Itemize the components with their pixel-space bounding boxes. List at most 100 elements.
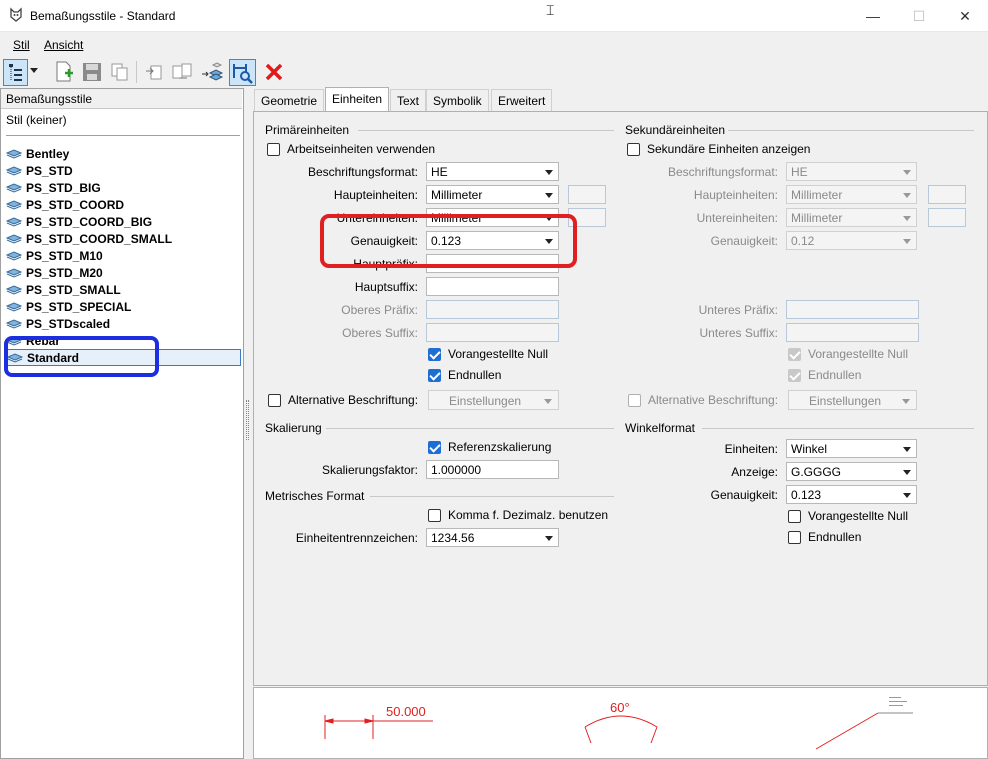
- tree-view-button[interactable]: [3, 59, 28, 86]
- decimal-comma-checkbox[interactable]: [428, 509, 441, 522]
- angle-accuracy-value: 0.123: [791, 488, 822, 502]
- tree-view-icon: [9, 64, 22, 81]
- tab-text[interactable]: Text: [390, 89, 427, 111]
- linear-dimension-text: 50.000: [386, 704, 426, 719]
- styles-list-header: Bemaßungsstile: [1, 89, 242, 109]
- main-suffix-input[interactable]: [426, 277, 559, 296]
- alternative-settings-button[interactable]: Einstellungen: [428, 390, 559, 410]
- tree-view-dropdown-icon[interactable]: [30, 68, 38, 73]
- style-item[interactable]: PS_STD_COORD: [6, 196, 241, 213]
- reference-scaling-label: Referenzskalierung: [448, 440, 552, 454]
- label-format-dropdown[interactable]: HE: [426, 162, 559, 181]
- decimal-comma-label: Komma f. Dezimalz. benutzen: [448, 508, 609, 522]
- lower-suffix-input[interactable]: [786, 323, 919, 342]
- chevron-down-icon: [903, 239, 911, 244]
- dimension-style-icon: [6, 216, 22, 227]
- sec-accuracy-dropdown[interactable]: 0.12: [786, 231, 917, 250]
- metric-format-divider: [370, 496, 614, 497]
- angle-leading-zero-checkbox[interactable]: [788, 510, 801, 523]
- export-button[interactable]: [170, 60, 194, 84]
- show-secondary-checkbox[interactable]: [627, 143, 640, 156]
- window-title: Bemaßungsstile - Standard: [30, 9, 176, 23]
- menu-bar: [0, 32, 988, 56]
- delete-button[interactable]: [262, 60, 286, 84]
- tab-symbolik[interactable]: Symbolik: [426, 89, 489, 111]
- style-item[interactable]: PS_STD_BIG: [6, 179, 241, 196]
- chevron-down-icon: [903, 216, 911, 221]
- sec-label-format-label: Beschriftungsformat:: [667, 165, 778, 179]
- style-item[interactable]: PS_STD_COORD_BIG: [6, 213, 241, 230]
- sec-sub-dropdown[interactable]: Millimeter: [786, 208, 917, 227]
- scale-factor-input[interactable]: 1.000000: [426, 460, 559, 479]
- save-button[interactable]: [80, 60, 104, 84]
- dimension-style-icon: [6, 318, 22, 329]
- unit-separator-dropdown[interactable]: 1234.56: [426, 528, 559, 547]
- style-item[interactable]: PS_STD_COORD_SMALL: [6, 230, 241, 247]
- import-button[interactable]: [142, 60, 166, 84]
- sec-alternative-settings-button[interactable]: Einstellungen: [788, 390, 917, 410]
- upper-prefix-input[interactable]: [426, 300, 559, 319]
- metric-format-heading: Metrisches Format: [265, 489, 365, 503]
- leading-zero-checkbox[interactable]: [428, 348, 441, 361]
- master-units-label: Haupteinheiten:: [333, 188, 418, 202]
- style-item[interactable]: Bentley: [6, 145, 241, 162]
- lower-prefix-input[interactable]: [786, 300, 919, 319]
- angle-accuracy-label: Genauigkeit:: [710, 488, 778, 502]
- sec-sub-value: Millimeter: [791, 211, 843, 225]
- upper-suffix-input[interactable]: [426, 323, 559, 342]
- angle-trailing-zeros-checkbox[interactable]: [788, 531, 801, 544]
- style-item[interactable]: PS_STD_M20: [6, 264, 241, 281]
- menu-ansicht[interactable]: Ansicht: [44, 38, 83, 52]
- reference-scaling-checkbox[interactable]: [428, 441, 441, 454]
- style-item-label: PS_STD_COORD: [26, 197, 125, 212]
- style-item-label: PS_STD_COORD_BIG: [26, 214, 153, 229]
- show-preview-button[interactable]: [229, 59, 256, 86]
- style-item[interactable]: PS_STDscaled: [6, 315, 241, 332]
- angle-trailing-zeros-label: Endnullen: [808, 530, 862, 544]
- style-item-label: PS_STDscaled: [26, 316, 111, 331]
- chevron-down-icon: [545, 193, 553, 198]
- trailing-zeros-label: Endnullen: [448, 368, 502, 382]
- sec-master-dropdown[interactable]: Millimeter: [786, 185, 917, 204]
- angle-accuracy-dropdown[interactable]: 0.123: [786, 485, 917, 504]
- tab-einheiten[interactable]: Einheiten: [325, 87, 390, 112]
- unit-separator-value: 1234.56: [431, 531, 475, 545]
- angle-display-dropdown[interactable]: G.GGGG: [786, 462, 917, 481]
- sec-sub-label: Untereinheiten:: [696, 211, 778, 225]
- sec-alternative-label-checkbox[interactable]: [628, 394, 641, 407]
- style-item[interactable]: PS_STD: [6, 162, 241, 179]
- angle-units-dropdown[interactable]: Winkel: [786, 439, 917, 458]
- alternative-label-checkbox[interactable]: [268, 394, 281, 407]
- use-work-units-checkbox[interactable]: [267, 143, 280, 156]
- new-style-button[interactable]: [52, 60, 76, 84]
- maximize-button[interactable]: ☐: [896, 0, 942, 32]
- sec-master-extra-field[interactable]: [928, 185, 966, 204]
- master-units-dropdown[interactable]: Millimeter: [426, 185, 559, 204]
- minimize-button[interactable]: —: [850, 0, 896, 32]
- upper-suffix-label: Oberes Suffix:: [342, 326, 418, 340]
- style-item[interactable]: PS_STD_M10: [6, 247, 241, 264]
- scaling-heading: Skalierung: [265, 421, 322, 435]
- panel-splitter[interactable]: [246, 400, 249, 440]
- style-item[interactable]: PS_STD_SMALL: [6, 281, 241, 298]
- menu-stil[interactable]: Stil: [13, 38, 30, 52]
- trailing-zeros-checkbox[interactable]: [428, 369, 441, 382]
- angle-leading-zero-label: Vorangestellte Null: [808, 509, 909, 523]
- style-item[interactable]: PS_STD_SPECIAL: [6, 298, 241, 315]
- use-work-units-label: Arbeitseinheiten verwenden: [287, 142, 436, 156]
- close-button[interactable]: ✕: [942, 0, 988, 32]
- update-from-style-button[interactable]: [200, 60, 224, 84]
- tab-geometrie[interactable]: Geometrie: [254, 89, 325, 111]
- master-units-extra-field[interactable]: [568, 185, 606, 204]
- style-item-label: PS_STD_M10: [26, 248, 103, 263]
- copy-button[interactable]: [108, 60, 132, 84]
- style-none-item[interactable]: Stil (keiner): [6, 113, 67, 127]
- dimension-style-icon: [6, 199, 22, 210]
- tab-erweitert[interactable]: Erweitert: [491, 89, 553, 111]
- sec-sub-extra-field[interactable]: [928, 208, 966, 227]
- sec-master-label: Haupteinheiten:: [693, 188, 778, 202]
- sec-leading-zero-checkbox[interactable]: [788, 348, 801, 361]
- sec-alternative-label-text: Alternative Beschriftung:: [648, 393, 779, 407]
- sec-trailing-zeros-checkbox[interactable]: [788, 369, 801, 382]
- sec-label-format-dropdown[interactable]: HE: [786, 162, 917, 181]
